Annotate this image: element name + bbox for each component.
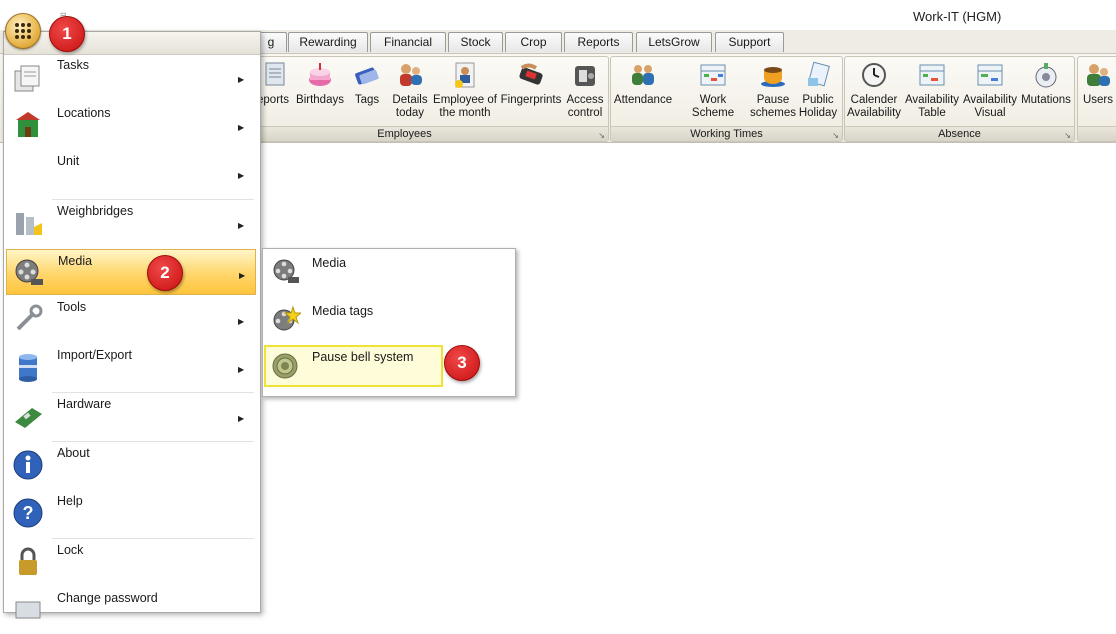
ribbon-button-users[interactable]: Users <box>1080 60 1116 107</box>
step-callout-3: 3 <box>444 345 480 381</box>
ribbon-button-fingerprints[interactable]: Fingerprints <box>500 60 562 107</box>
ribbon-button-work-scheme[interactable]: Work Scheme <box>678 60 748 120</box>
people-details-icon <box>395 60 425 90</box>
submenu-arrow-icon: ▶ <box>238 123 245 132</box>
tags-icon <box>352 60 382 90</box>
submenu-arrow-icon: ▶ <box>238 365 245 374</box>
tab-rewarding[interactable]: Rewarding <box>288 32 368 52</box>
tab-stock[interactable]: Stock <box>448 32 503 52</box>
submenu-arrow-icon: ▶ <box>238 317 245 326</box>
menu-item-locations[interactable]: Locations ▶ <box>6 102 256 149</box>
dialog-launcher-icon[interactable]: ↘ <box>598 131 605 140</box>
public-holiday-icon <box>803 60 833 90</box>
reports-icon <box>258 60 288 90</box>
submenu-arrow-icon: ▶ <box>239 271 246 280</box>
padlock-icon <box>12 546 44 578</box>
application-menu-header <box>4 32 260 55</box>
menu-item-change-password[interactable]: Change password <box>6 587 256 634</box>
application-menu-button[interactable] <box>5 13 41 49</box>
ribbon-button-access-control[interactable]: Access control <box>565 60 605 120</box>
ribbon-button-availability-visual[interactable]: Availability Visual <box>962 60 1018 120</box>
film-reel-icon <box>271 257 301 287</box>
group-label-absence: Absence <box>845 126 1074 141</box>
submenu-item-media-tags[interactable]: Media tags <box>265 299 511 343</box>
ribbon-button-details-today[interactable]: Details today <box>390 60 430 120</box>
database-icon <box>12 351 44 383</box>
tab-financial[interactable]: Financial <box>370 32 446 52</box>
application-menu: Tasks ▶ Locations ▶ Unit ▶ Weighbridges … <box>3 31 261 619</box>
menu-item-lock[interactable]: Lock <box>6 539 256 586</box>
media-submenu: Media Media tags Pause bell system <box>262 248 516 397</box>
ribbon-button-employee-of-the-month[interactable]: Employee of the month <box>433 60 497 120</box>
tab-support[interactable]: Support <box>715 32 784 52</box>
tab-reports[interactable]: Reports <box>564 32 633 52</box>
step-callout-1: 1 <box>49 16 85 52</box>
film-reel-icon <box>13 257 45 289</box>
menu-item-hardware[interactable]: Hardware ▶ <box>6 393 256 440</box>
menu-item-media[interactable]: Media ▶ <box>6 249 256 295</box>
weighbridge-icon <box>12 207 44 239</box>
clock-icon <box>859 60 889 90</box>
hardware-card-icon <box>12 400 44 432</box>
submenu-arrow-icon: ▶ <box>238 414 245 423</box>
group-label-working-times: Working Times <box>611 126 842 141</box>
help-icon: ? <box>12 497 44 529</box>
availability-visual-icon <box>975 60 1005 90</box>
mutations-icon <box>1031 60 1061 90</box>
step-callout-2: 2 <box>147 255 183 291</box>
menu-item-import-export[interactable]: Import/Export ▶ <box>6 344 256 391</box>
dialog-launcher-icon[interactable]: ↘ <box>1064 131 1071 140</box>
menu-item-tasks[interactable]: Tasks ▶ <box>6 54 256 101</box>
work-scheme-icon <box>698 60 728 90</box>
group-label-employees: Employees <box>201 126 608 141</box>
ribbon-button-birthdays[interactable]: Birthdays <box>295 60 345 107</box>
submenu-item-pause-bell-system[interactable]: Pause bell system <box>264 345 443 387</box>
tab-crop[interactable]: Crop <box>505 32 562 52</box>
submenu-item-media[interactable]: Media <box>265 251 511 295</box>
employee-award-icon <box>450 60 480 90</box>
group-label-users <box>1078 126 1116 141</box>
dialog-launcher-icon[interactable]: ↘ <box>832 131 839 140</box>
ribbon-button-calender-availability[interactable]: Calender Availability <box>846 60 902 120</box>
ribbon-button-availability-table[interactable]: Availability Table <box>904 60 960 120</box>
ribbon-button-reports[interactable]: eports <box>256 60 290 107</box>
tasks-icon <box>12 61 44 93</box>
wrench-icon <box>12 303 44 335</box>
menu-item-about[interactable]: About <box>6 442 256 489</box>
menu-item-unit[interactable]: Unit ▶ <box>6 150 256 197</box>
password-icon <box>12 594 44 626</box>
info-icon <box>12 449 44 481</box>
submenu-arrow-icon: ▶ <box>238 75 245 84</box>
tab-letsgrow[interactable]: LetsGrow <box>636 32 712 52</box>
film-reel-star-icon <box>271 305 303 335</box>
ribbon-button-attendance[interactable]: Attendance <box>613 60 673 107</box>
ribbon-button-mutations[interactable]: Mutations <box>1020 60 1072 107</box>
menu-item-tools[interactable]: Tools ▶ <box>6 296 256 343</box>
submenu-arrow-icon: ▶ <box>238 221 245 230</box>
svg-text:?: ? <box>23 503 34 523</box>
window-title: Work-IT (HGM) <box>913 9 1002 24</box>
menu-item-weighbridges[interactable]: Weighbridges ▶ <box>6 200 256 247</box>
bell-speaker-icon <box>270 351 300 381</box>
coffee-cup-icon <box>758 60 788 90</box>
users-icon <box>1083 60 1113 90</box>
locations-icon <box>12 109 44 141</box>
attendance-icon <box>628 60 658 90</box>
birthday-cake-icon <box>305 60 335 90</box>
fingerprint-scanner-icon <box>516 60 546 90</box>
menu-item-help[interactable]: ? Help <box>6 490 256 537</box>
submenu-arrow-icon: ▶ <box>238 171 245 180</box>
availability-table-icon <box>917 60 947 90</box>
access-control-icon <box>570 60 600 90</box>
ribbon-button-pause-schemes[interactable]: Pause schemes <box>750 60 796 120</box>
ribbon-button-public-holiday[interactable]: Public Holiday <box>798 60 838 120</box>
ribbon-button-tags[interactable]: Tags <box>350 60 384 107</box>
